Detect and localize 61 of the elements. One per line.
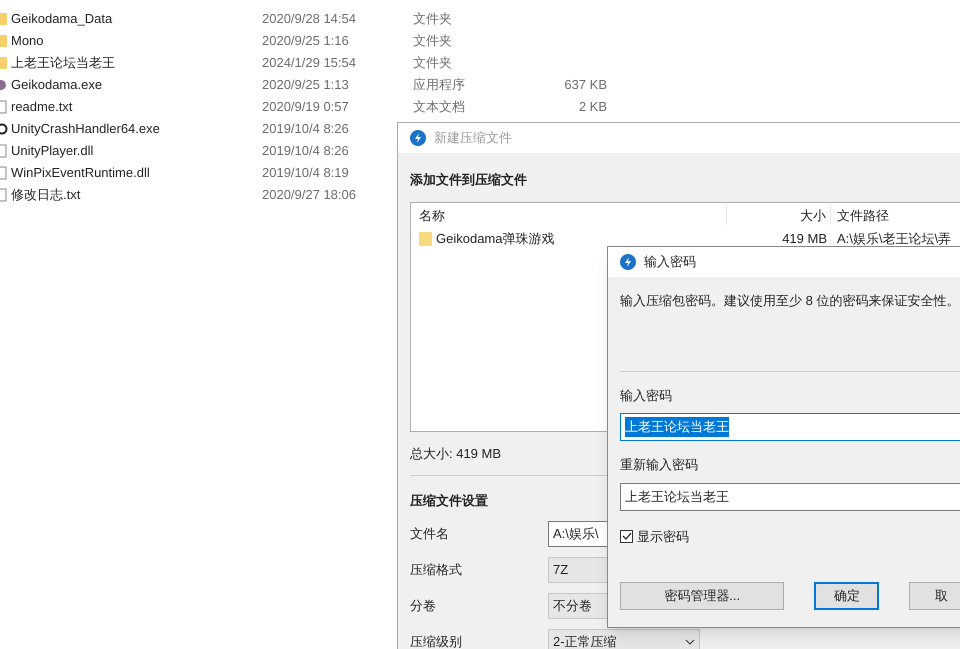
file-name: Geikodama弹珠游戏 — [436, 230, 554, 248]
file-date: 2019/10/4 8:19 — [262, 164, 350, 182]
checkbox-label: 显示密码 — [637, 528, 689, 546]
app-icon — [0, 78, 8, 92]
window-title: 输入密码 — [644, 253, 696, 272]
file-name[interactable]: 上老王论坛当老王 — [11, 53, 262, 73]
field-label: 重新输入密码 — [620, 456, 698, 474]
file-date: 2020/9/28 14:54 — [262, 10, 357, 28]
folder-icon — [0, 12, 8, 26]
file-size: 637 KB — [563, 76, 607, 94]
file-size: 419 MB — [781, 230, 828, 248]
file-name[interactable]: WinPixEventRuntime.dll — [11, 163, 262, 183]
total-size: 总大小: 419 MB — [410, 444, 502, 462]
checkbox[interactable] — [620, 530, 633, 543]
dropdown[interactable]: 2-正常压缩 — [548, 628, 700, 649]
column-header[interactable]: 大小 — [727, 206, 831, 226]
setting-label: 文件名 — [410, 524, 450, 543]
file-name[interactable]: Geikodama_Data — [11, 9, 262, 29]
file-path: A:\娱乐\老王论坛\弄 — [836, 230, 952, 248]
file-name[interactable]: readme.txt — [11, 97, 262, 117]
section-heading: 压缩文件设置 — [410, 492, 488, 510]
section-heading: 添加文件到压缩文件 — [410, 171, 527, 189]
file-size: 2 KB — [578, 98, 607, 116]
file-name[interactable]: UnityPlayer.dll — [11, 141, 262, 161]
file-type: 文件夹 — [413, 32, 453, 50]
folder-icon — [419, 230, 432, 246]
file-date: 2024/1/29 15:54 — [262, 54, 357, 72]
file-name[interactable]: UnityCrashHandler64.exe — [11, 119, 262, 139]
field-label: 输入密码 — [620, 386, 672, 404]
setting-label: 分卷 — [410, 596, 437, 615]
folder-icon — [0, 34, 8, 48]
app-logo-icon — [620, 254, 636, 270]
file-date: 2020/9/27 18:06 — [262, 186, 357, 204]
file-date: 2020/9/25 1:13 — [262, 76, 350, 94]
file-date: 2019/10/4 8:26 — [262, 142, 350, 160]
column-header[interactable]: 文件路径 — [831, 206, 889, 226]
chevron-down-icon — [685, 638, 695, 644]
file-date: 2019/10/4 8:26 — [262, 120, 350, 138]
setting-label: 压缩级别 — [410, 632, 463, 649]
dialog-button[interactable]: 取 — [909, 582, 960, 610]
file-name[interactable]: Mono — [11, 31, 262, 51]
file-name[interactable]: Geikodama.exe — [11, 75, 262, 95]
setting-label: 压缩格式 — [410, 560, 463, 579]
password-field[interactable]: 上老王论坛当老王 — [620, 413, 960, 441]
dialog-button[interactable]: 确定 — [814, 582, 880, 610]
window-title: 新建压缩文件 — [434, 129, 512, 148]
message: 输入压缩包密码。建议使用至少 8 位的密码来保证安全性。 — [620, 292, 960, 310]
gear-icon — [0, 122, 8, 136]
file-date: 2020/9/25 1:16 — [262, 32, 350, 50]
password-field[interactable]: 上老王论坛当老王 — [620, 482, 960, 510]
folder-icon — [0, 56, 8, 70]
file-type: 文本文档 — [413, 98, 466, 116]
dialog-button[interactable]: 密码管理器... — [620, 582, 784, 610]
file-date: 2020/9/19 0:57 — [262, 98, 350, 116]
file-type: 文件夹 — [413, 54, 453, 72]
file-type: 应用程序 — [413, 76, 466, 94]
column-header[interactable]: 名称 — [411, 206, 727, 226]
file-name[interactable]: 修改日志.txt — [11, 185, 262, 205]
app-logo-icon — [410, 130, 426, 146]
file-type: 文件夹 — [413, 10, 453, 28]
check-icon — [622, 531, 632, 542]
